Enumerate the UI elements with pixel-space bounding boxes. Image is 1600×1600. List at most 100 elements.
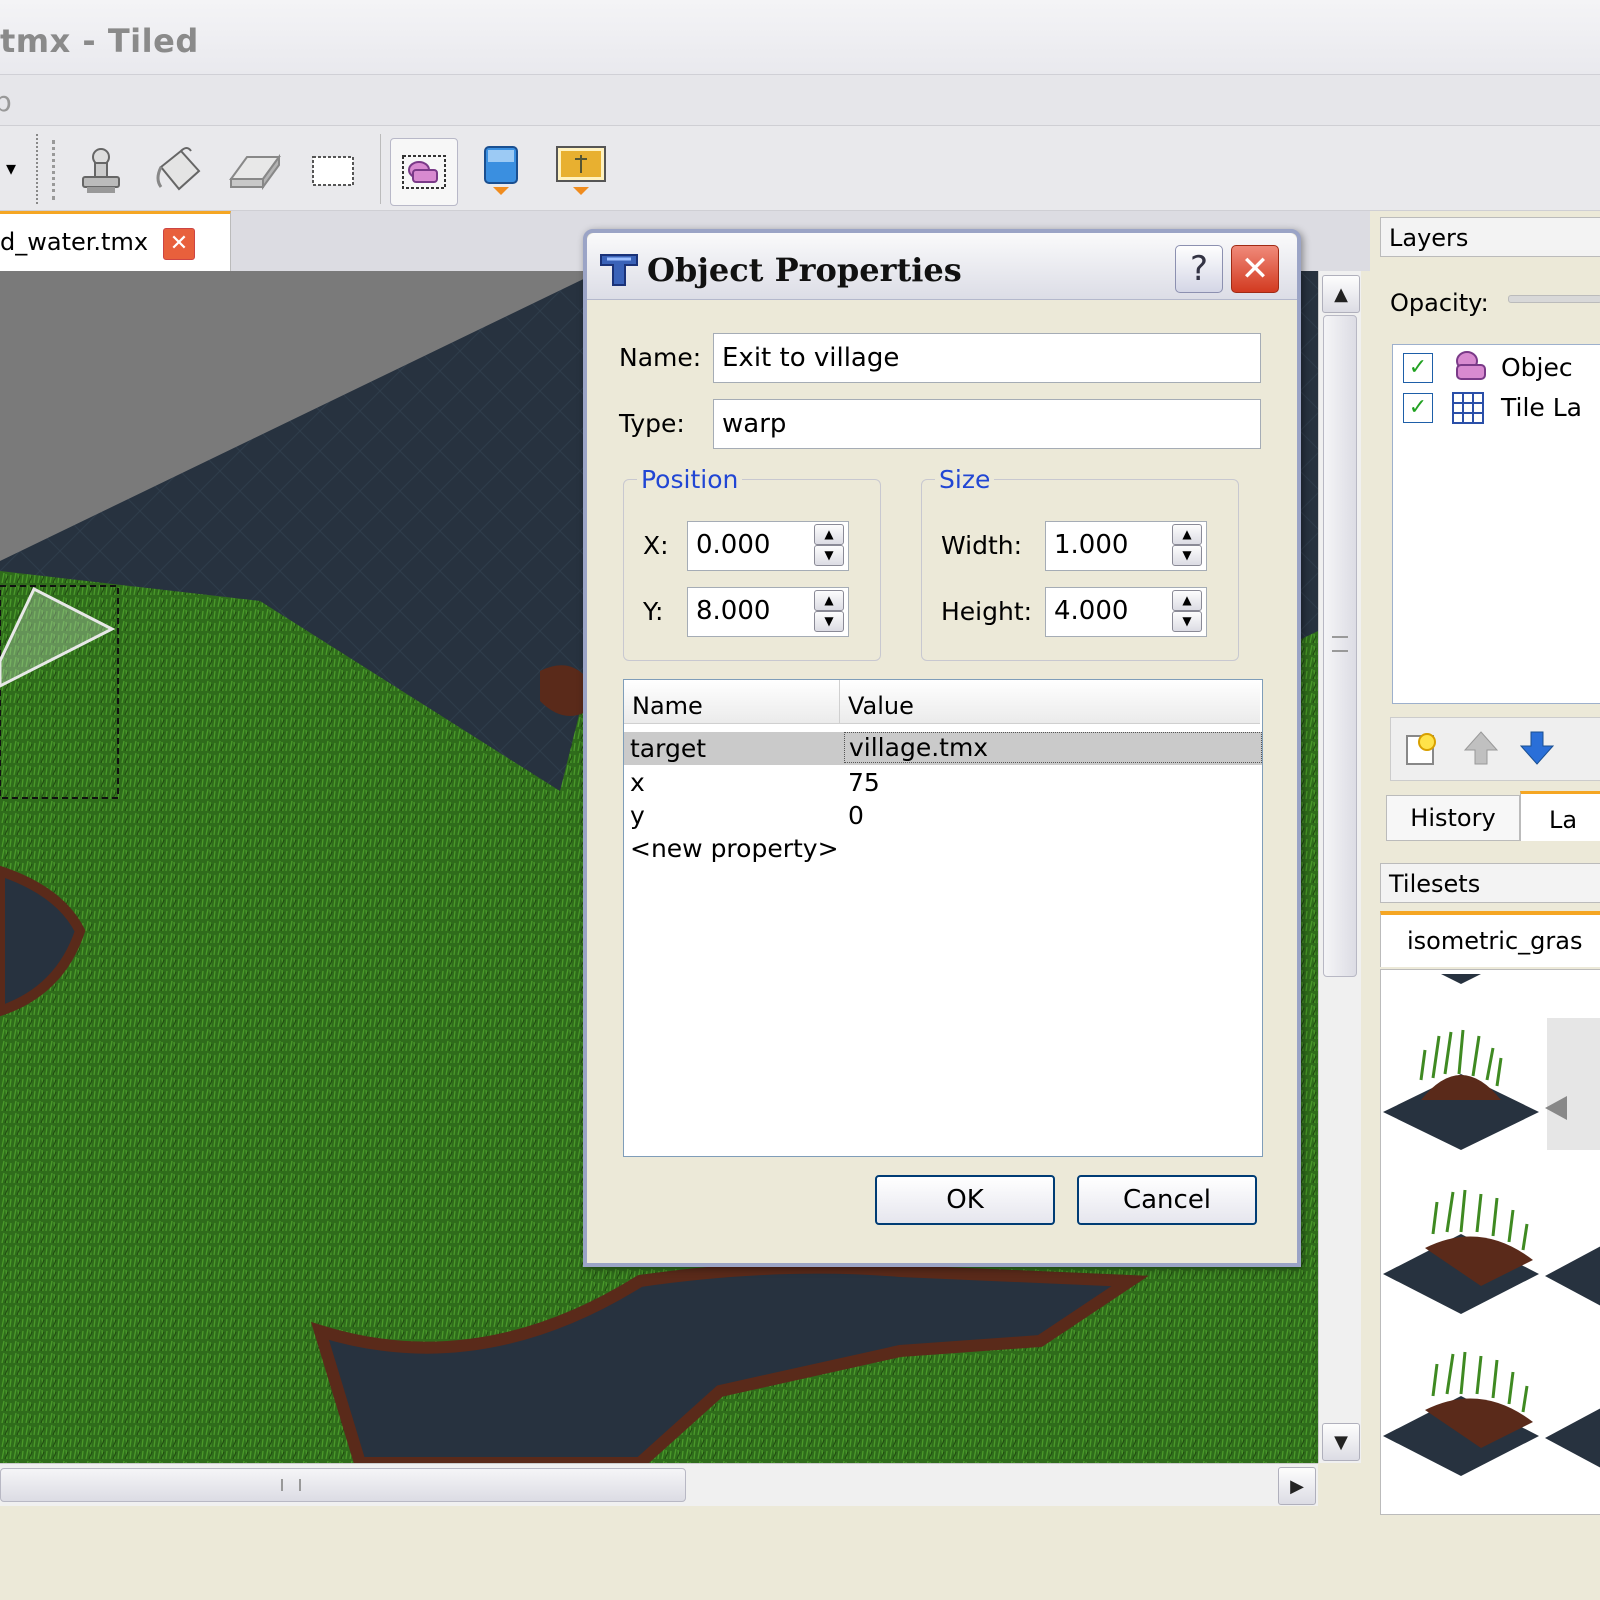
width-label: Width: <box>941 531 1023 560</box>
toolbar: ▾ <box>0 126 1600 211</box>
dialog-title-bar[interactable]: Object Properties ? ✕ <box>587 233 1297 300</box>
tile[interactable] <box>1383 1189 1539 1314</box>
move-layer-up-icon[interactable] <box>1461 728 1501 772</box>
layers-panel-title: Layers <box>1380 217 1600 257</box>
spin-up-icon[interactable]: ▲ <box>1172 524 1202 545</box>
x-value: 0.000 <box>696 530 771 560</box>
tileset-view[interactable] <box>1380 969 1600 1515</box>
layer-list: ✓ Objec ✓ Tile La <box>1392 344 1600 704</box>
bucket-fill-icon[interactable] <box>146 138 212 204</box>
tilesets-panel-title: Tilesets <box>1380 863 1600 903</box>
status-bar <box>0 1508 1600 1600</box>
property-name: x <box>630 768 645 797</box>
window-title: tmx - Tiled <box>0 22 199 60</box>
name-field[interactable]: Exit to village <box>713 333 1261 383</box>
scrollbar-thumb[interactable] <box>0 1468 686 1502</box>
menu-bar: p <box>0 75 1600 126</box>
move-layer-down-icon[interactable] <box>1517 728 1557 772</box>
height-value: 4.000 <box>1054 596 1129 626</box>
size-group-title: Size <box>935 465 995 494</box>
title-bar: tmx - Tiled <box>0 0 1600 75</box>
help-button[interactable]: ? <box>1175 245 1223 293</box>
layer-label: Tile La <box>1501 393 1582 422</box>
tab-document[interactable]: d_water.tmx ✕ <box>0 211 231 272</box>
property-name: target <box>630 734 707 763</box>
table-row[interactable]: y 0 <box>624 799 1262 832</box>
object-layer-icon <box>1449 347 1489 391</box>
select-objects-icon[interactable] <box>390 138 458 206</box>
cancel-button[interactable]: Cancel <box>1077 1175 1257 1225</box>
property-value[interactable]: 0 <box>848 801 864 830</box>
type-field[interactable]: warp <box>713 399 1261 449</box>
tile[interactable] <box>1383 1029 1539 1150</box>
type-label: Type: <box>619 409 685 438</box>
insert-object-icon[interactable] <box>468 138 534 204</box>
width-spinbox[interactable]: 1.000 ▲ ▼ <box>1045 521 1207 571</box>
layer-row[interactable]: ✓ Objec <box>1393 345 1600 387</box>
y-value: 8.000 <box>696 596 771 626</box>
close-icon[interactable]: ✕ <box>163 228 195 260</box>
tab-label: d_water.tmx <box>0 228 149 256</box>
x-spinbox[interactable]: 0.000 ▲ ▼ <box>687 521 849 571</box>
ok-button[interactable]: OK <box>875 1175 1055 1225</box>
spin-up-icon[interactable]: ▲ <box>814 524 844 545</box>
scroll-right-icon[interactable]: ▶ <box>1278 1467 1316 1505</box>
spin-down-icon[interactable]: ▼ <box>1172 545 1202 566</box>
opacity-slider[interactable] <box>1508 295 1600 303</box>
horizontal-scrollbar[interactable]: ▶ <box>0 1463 1318 1506</box>
scroll-up-icon[interactable]: ▲ <box>1322 275 1360 313</box>
property-name: <new property> <box>630 834 839 863</box>
height-label: Height: <box>941 597 1033 626</box>
spin-down-icon[interactable]: ▼ <box>814 611 844 632</box>
dialog-title: Object Properties <box>647 251 962 289</box>
toolbar-separator <box>52 140 57 200</box>
layer-label: Objec <box>1501 353 1573 382</box>
right-dock: Layers Opacity: ✓ Objec ✓ Tile La Histor <box>1370 211 1600 1521</box>
eraser-icon[interactable] <box>222 138 288 204</box>
name-label: Name: <box>619 343 702 372</box>
y-spinbox[interactable]: 8.000 ▲ ▼ <box>687 587 849 637</box>
spin-down-icon[interactable]: ▼ <box>814 545 844 566</box>
stamp-brush-icon[interactable] <box>68 138 134 204</box>
layer-buttons-bar <box>1390 717 1600 781</box>
position-group-title: Position <box>637 465 743 494</box>
layer-row[interactable]: ✓ Tile La <box>1393 387 1600 429</box>
menu-item-help[interactable]: p <box>0 85 12 118</box>
property-name: y <box>630 801 645 830</box>
properties-table[interactable]: Name Value target village.tmx x 75 y 0 <… <box>623 679 1263 1157</box>
scrollbar-thumb[interactable] <box>1323 315 1357 977</box>
table-row[interactable]: <new property> <box>624 832 1262 865</box>
width-value: 1.000 <box>1054 530 1129 560</box>
tab-layers[interactable]: La <box>1520 791 1600 841</box>
tab-tileset[interactable]: isometric_gras <box>1380 911 1600 967</box>
insert-image-icon[interactable] <box>548 138 614 204</box>
dropdown-arrow-icon[interactable]: ▾ <box>6 156 16 180</box>
rectangle-select-icon[interactable] <box>300 138 366 204</box>
column-header-value[interactable]: Value <box>840 680 1260 724</box>
y-label: Y: <box>643 597 664 626</box>
vertical-scrollbar[interactable]: ▲ ▼ <box>1318 271 1361 1463</box>
column-header-name[interactable]: Name <box>624 680 840 724</box>
object-properties-dialog: Object Properties ? ✕ Name: Exit to vill… <box>583 229 1301 1267</box>
height-spinbox[interactable]: 4.000 ▲ ▼ <box>1045 587 1207 637</box>
tab-history[interactable]: History <box>1386 795 1520 841</box>
tile-layer-icon <box>1451 391 1485 429</box>
layer-visibility-checkbox[interactable]: ✓ <box>1403 353 1433 383</box>
spin-down-icon[interactable]: ▼ <box>1172 611 1202 632</box>
property-value[interactable]: 75 <box>848 768 880 797</box>
spin-up-icon[interactable]: ▲ <box>1172 590 1202 611</box>
close-button[interactable]: ✕ <box>1231 245 1279 293</box>
tile[interactable] <box>1383 1351 1539 1476</box>
toolbar-separator <box>380 134 381 204</box>
toolbar-separator <box>36 134 40 204</box>
table-row[interactable]: x 75 <box>624 766 1262 799</box>
table-row[interactable]: target village.tmx <box>624 732 1262 765</box>
tiled-app-icon <box>599 251 639 291</box>
property-value[interactable]: village.tmx <box>844 732 1262 763</box>
new-layer-icon[interactable] <box>1403 730 1443 774</box>
layer-visibility-checkbox[interactable]: ✓ <box>1403 393 1433 423</box>
spin-up-icon[interactable]: ▲ <box>814 590 844 611</box>
scroll-down-icon[interactable]: ▼ <box>1322 1423 1360 1461</box>
x-label: X: <box>643 531 669 560</box>
opacity-label: Opacity: <box>1390 289 1489 317</box>
